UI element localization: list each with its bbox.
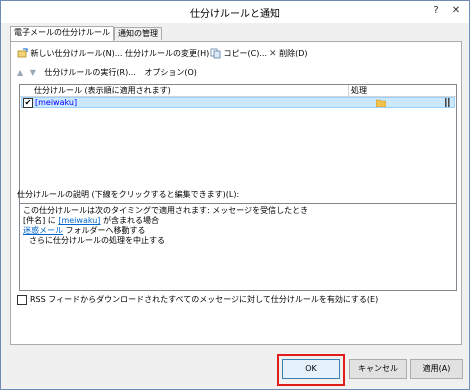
new-rule-icon [17,48,28,58]
delete-label: 削除(D) [279,49,308,58]
description-label: 仕分けルールの説明 (下線をクリックすると編集できます)(L): [17,190,240,199]
ok-button-highlight [277,354,345,386]
title-bar: 仕分けルールと通知 ? ✕ [1,1,469,23]
close-icon[interactable]: ✕ [447,4,465,18]
column-header-action[interactable]: 処理 [351,85,367,96]
column-divider[interactable] [348,85,349,96]
rule-name: [meiwaku] [35,98,78,107]
rule-checkbox[interactable]: ✔ [23,98,33,108]
dialog-button-bar: OK キャンセル 適用(A) [1,346,469,389]
description-subject-text: [件名] に [23,216,56,225]
copy-label: コピー(C)... [223,49,268,58]
move-up-icon[interactable]: ▲ [17,68,23,77]
stop-processing-icon [445,98,450,107]
help-icon[interactable]: ? [427,4,445,18]
new-rule-label: 新しい仕分けルール(N)... [30,49,123,58]
rules-panel: 新しい仕分けルール(N)... 仕分けルールの変更(H) ▾ コピー(C)...… [10,41,462,345]
move-down-icon[interactable]: ▼ [30,68,36,77]
cancel-button[interactable]: キャンセル [349,359,407,379]
rss-checkbox[interactable] [17,295,27,305]
copy-button[interactable]: コピー(C)... [210,47,267,61]
description-line-2: [件名] に [meiwaku] が含まれる場合 [23,216,159,226]
description-contains-text: が含まれる場合 [102,216,159,225]
rss-option-label: RSS フィードからダウンロードされたすべてのメッセージに対して仕分けルールを有… [30,295,379,304]
description-move-text: フォルダーへ移動する [65,226,146,235]
rss-option[interactable]: RSS フィードからダウンロードされたすべてのメッセージに対して仕分けルールを有… [17,294,378,306]
description-line-4: さらに仕分けルールの処理を中止する [29,236,165,245]
tab-manage-alerts[interactable]: 通知の管理 [114,27,162,40]
delete-icon: ✕ [269,49,277,59]
new-rule-button[interactable]: 新しい仕分けルール(N)... [17,47,122,61]
rules-and-alerts-dialog: 仕分けルールと通知 ? ✕ 電子メールの仕分けルール 通知の管理 新しい仕分けル… [0,0,470,390]
description-line-3: 迷惑メール フォルダーへ移動する [23,226,146,236]
column-header-rule[interactable]: 仕分けルール (表示順に適用されます) [34,85,171,96]
rules-list-header: 仕分けルール (表示順に適用されます) 処理 [20,85,456,97]
rule-description-box: この仕分けルールは次のタイミングで適用されます: メッセージを受信したとき [件… [19,203,457,291]
delete-button[interactable]: ✕ 削除(D) [269,47,308,61]
options-button[interactable]: オプション(O) [144,68,197,77]
folder-icon [376,99,386,107]
window-title: 仕分けルールと通知 [190,9,280,20]
rule-row[interactable]: ✔ [meiwaku] [21,97,455,108]
order-row: ▲ ▼ 仕分けルールの実行(R)... オプション(O) [17,67,197,79]
target-folder-link[interactable]: 迷惑メール [23,226,63,235]
apply-button[interactable]: 適用(A) [410,359,463,379]
change-rule-label: 仕分けルールの変更(H) [125,49,210,58]
description-line-1: この仕分けルールは次のタイミングで適用されます: メッセージを受信したとき [23,206,309,215]
tab-email-rules[interactable]: 電子メールの仕分けルール [10,26,114,41]
run-rules-button[interactable]: 仕分けルールの実行(R)... [44,68,135,77]
subject-keyword-link[interactable]: [meiwaku] [58,216,100,225]
change-rule-button[interactable]: 仕分けルールの変更(H) ▾ [125,47,216,61]
copy-icon [210,48,221,59]
